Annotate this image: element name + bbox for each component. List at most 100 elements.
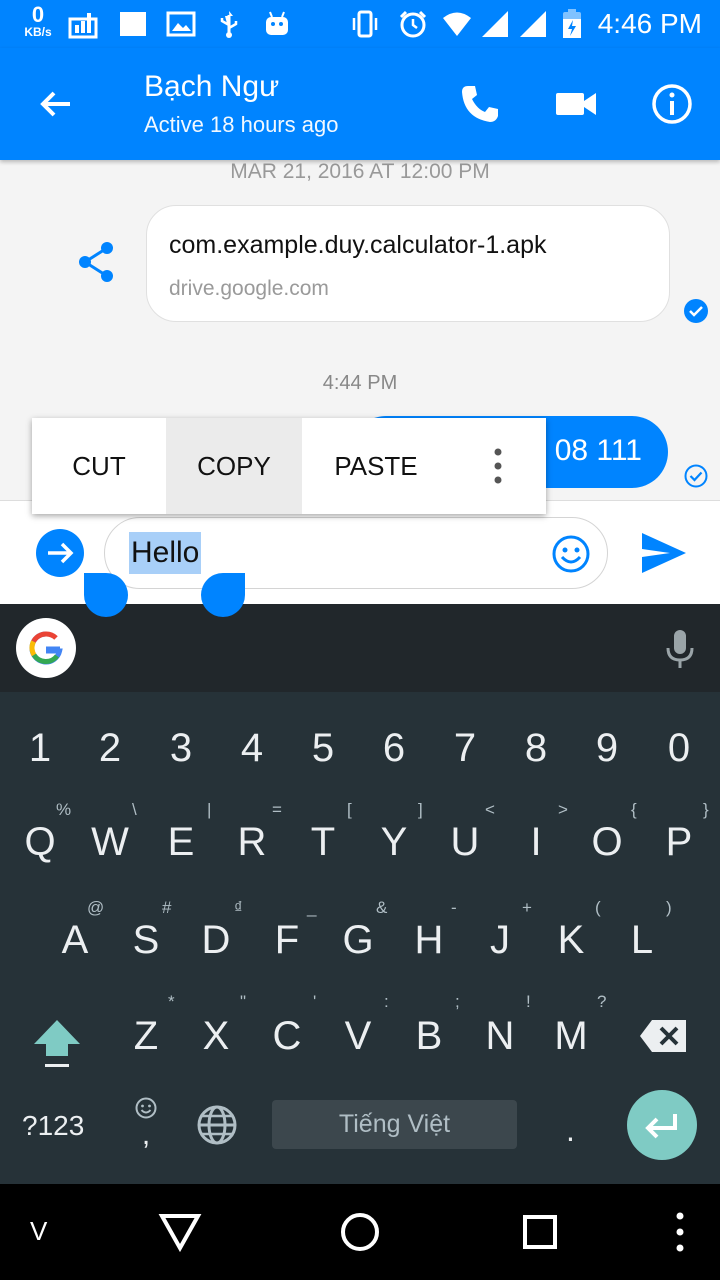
key-z[interactable]: * Z	[110, 992, 182, 1059]
date-separator: MAR 21, 2016 AT 12:00 PM	[230, 160, 490, 183]
keyboard-suggestion-strip	[0, 604, 720, 692]
key-f[interactable]: _ F	[251, 898, 323, 963]
key-9[interactable]: 9	[571, 726, 643, 771]
key-e[interactable]: | E	[145, 800, 217, 865]
usb-icon	[220, 11, 238, 38]
key-7[interactable]: 7	[429, 726, 501, 771]
google-g-icon	[29, 631, 63, 665]
key-x[interactable]: " X	[180, 992, 252, 1059]
net-speed-value: 0	[31, 2, 45, 27]
comma-emoji-key[interactable]: ,	[132, 1096, 160, 1151]
contact-name[interactable]: Bạch Ngư	[144, 70, 279, 104]
time-separator: 4:44 PM	[322, 372, 398, 394]
square-notification-icon	[120, 12, 146, 36]
selection-handle-end[interactable]	[201, 573, 245, 617]
message-input[interactable]: Hello	[104, 517, 608, 589]
language-globe-icon[interactable]	[196, 1104, 238, 1146]
cut-button[interactable]: CUT	[32, 418, 166, 514]
emoji-icon[interactable]	[551, 534, 591, 574]
back-triangle-icon[interactable]	[156, 1208, 204, 1256]
emoji-smiley-icon	[135, 1097, 157, 1119]
signal-1-icon	[482, 11, 508, 37]
key-k[interactable]: (K	[535, 898, 607, 963]
key-3[interactable]: 3	[145, 726, 217, 771]
recents-square-icon[interactable]	[516, 1208, 564, 1256]
key-4[interactable]: 4	[216, 726, 288, 771]
video-camera-icon[interactable]	[554, 82, 598, 126]
link-title: com.example.duy.calculator-1.apk	[169, 231, 547, 259]
google-search-button[interactable]	[16, 618, 76, 678]
comma-label: ,	[141, 1118, 151, 1151]
space-bar[interactable]: Tiếng Việt	[272, 1100, 517, 1149]
net-speed-unit: KB/s	[24, 25, 52, 39]
key-i[interactable]: > I	[500, 800, 572, 865]
more-options-button[interactable]	[450, 418, 546, 514]
message-input-text[interactable]: Hello	[129, 532, 202, 574]
key-8[interactable]: 8	[500, 726, 572, 771]
vibrate-icon	[352, 10, 378, 38]
send-icon[interactable]	[640, 531, 688, 575]
share-icon[interactable]	[76, 240, 116, 284]
selection-handle-start[interactable]	[84, 573, 128, 617]
battery-charging-icon	[563, 9, 581, 38]
key-c[interactable]: ' C	[251, 992, 323, 1059]
key-q[interactable]: % Q	[4, 800, 76, 865]
link-preview-card[interactable]: com.example.duy.calculator-1.apk drive.g…	[146, 205, 670, 322]
key-0[interactable]: 0	[643, 726, 715, 771]
shift-icon[interactable]	[30, 1016, 84, 1070]
key-b[interactable]: ; B	[393, 992, 465, 1059]
paste-button[interactable]: PASTE	[302, 418, 450, 514]
key-y[interactable]: ] Y	[358, 800, 430, 865]
copy-button[interactable]: COPY	[166, 418, 302, 514]
symbols-key[interactable]: ?123	[22, 1110, 84, 1142]
message-text: 08 111	[554, 434, 642, 467]
enter-arrow-icon	[645, 1114, 677, 1139]
key-5[interactable]: 5	[287, 726, 359, 771]
microphone-icon[interactable]	[662, 628, 698, 672]
home-circle-icon[interactable]	[336, 1208, 384, 1256]
key-m[interactable]: ? M	[535, 992, 607, 1059]
key-w[interactable]: \ W	[74, 800, 146, 865]
key-6[interactable]: 6	[358, 726, 430, 771]
navigation-bar: V	[0, 1184, 720, 1280]
key-o[interactable]: {O	[571, 800, 643, 865]
overflow-menu-icon[interactable]	[656, 1208, 704, 1256]
key-g[interactable]: & G	[322, 898, 394, 963]
active-status: Active 18 hours ago	[144, 112, 339, 137]
key-p[interactable]: } P	[643, 800, 715, 865]
wifi-icon	[443, 12, 471, 36]
back-arrow-icon[interactable]	[36, 84, 76, 124]
enter-key[interactable]	[627, 1090, 697, 1160]
key-j[interactable]: + J	[464, 898, 536, 963]
info-icon[interactable]	[650, 82, 694, 126]
key-d[interactable]: ₫ D	[180, 898, 252, 963]
clock: 4:46 PM	[597, 8, 702, 39]
key-h[interactable]: -H	[393, 898, 465, 963]
alarm-icon	[399, 10, 427, 38]
keyboard-hide-button[interactable]: V	[30, 1216, 47, 1247]
backspace-icon[interactable]	[638, 1018, 688, 1054]
text-selection-menu: CUT COPY PASTE	[32, 418, 546, 514]
data-transfer-icon	[68, 13, 98, 39]
conversation-header: Bạch Ngư Active 18 hours ago	[0, 48, 720, 160]
key-1[interactable]: 1	[4, 726, 76, 771]
key-u[interactable]: < U	[429, 800, 501, 865]
expand-actions-icon[interactable]	[36, 529, 84, 577]
link-domain: drive.google.com	[169, 277, 329, 300]
status-bar: 0 KB/s 4:46 PM	[0, 0, 720, 48]
key-l[interactable]: ) L	[606, 898, 678, 963]
key-t[interactable]: [T	[287, 800, 359, 865]
key-r[interactable]: = R	[216, 800, 288, 865]
period-key[interactable]: .	[566, 1112, 575, 1149]
keyboard: 1 2 3 4 5 6 7 8 9 0 % Q \ W | E = R [T ] Y < U…	[0, 692, 720, 1184]
phone-icon[interactable]	[458, 82, 502, 126]
key-s[interactable]: # S	[110, 898, 182, 963]
key-n[interactable]: ! N	[464, 992, 536, 1059]
overflow-menu-icon	[494, 448, 502, 484]
key-2[interactable]: 2	[74, 726, 146, 771]
delivered-check-icon	[684, 464, 708, 488]
key-a[interactable]: @ A	[39, 898, 111, 963]
key-v[interactable]: :V	[322, 992, 394, 1059]
image-icon	[166, 11, 196, 37]
android-icon	[266, 11, 288, 35]
